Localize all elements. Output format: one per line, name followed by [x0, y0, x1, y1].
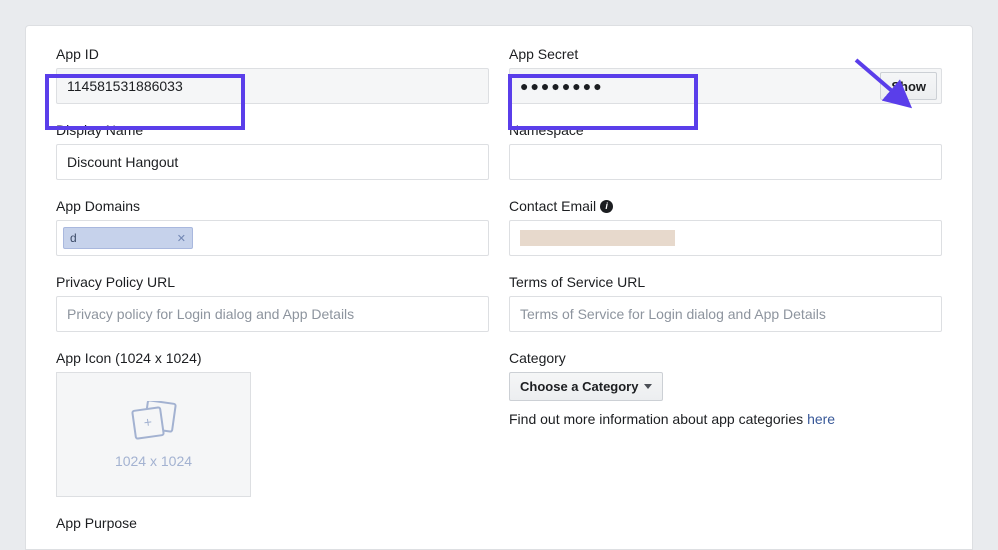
settings-panel: App ID 114581531886033 App Secret ●●●●●●… [25, 25, 973, 550]
tos-input[interactable] [509, 296, 942, 332]
display-name-input[interactable] [56, 144, 489, 180]
app-domains-input[interactable]: d ✕ [56, 220, 489, 256]
show-button[interactable]: Show [880, 72, 937, 100]
namespace-input[interactable] [509, 144, 942, 180]
close-icon[interactable]: ✕ [177, 232, 186, 245]
upload-icon: + [129, 401, 179, 443]
info-icon[interactable]: i [600, 200, 613, 213]
tos-label: Terms of Service URL [509, 274, 942, 290]
app-id-label: App ID [56, 46, 489, 62]
namespace-label: Namespace [509, 122, 942, 138]
icon-size-text: 1024 x 1024 [115, 453, 192, 469]
domain-token[interactable]: d ✕ [63, 227, 193, 249]
app-icon-upload[interactable]: + 1024 x 1024 [56, 372, 251, 497]
chevron-down-icon [644, 384, 652, 389]
app-domains-label: App Domains [56, 198, 489, 214]
secret-dots: ●●●●●●●● [520, 78, 604, 94]
category-help-text: Find out more information about app cate… [509, 411, 942, 427]
display-name-label: Display Name [56, 122, 489, 138]
privacy-policy-label: Privacy Policy URL [56, 274, 489, 290]
app-icon-label: App Icon (1024 x 1024) [56, 350, 489, 366]
category-help-link[interactable]: here [807, 411, 835, 427]
contact-email-input[interactable] [509, 220, 942, 256]
category-dropdown[interactable]: Choose a Category [509, 372, 663, 401]
app-secret-value: ●●●●●●●● Show [509, 68, 942, 104]
app-id-value[interactable]: 114581531886033 [56, 68, 489, 104]
privacy-policy-input[interactable] [56, 296, 489, 332]
app-purpose-label: App Purpose [56, 515, 942, 531]
category-label: Category [509, 350, 942, 366]
contact-email-label: Contact Email i [509, 198, 942, 214]
redacted-email [520, 230, 675, 246]
app-secret-label: App Secret [509, 46, 942, 62]
